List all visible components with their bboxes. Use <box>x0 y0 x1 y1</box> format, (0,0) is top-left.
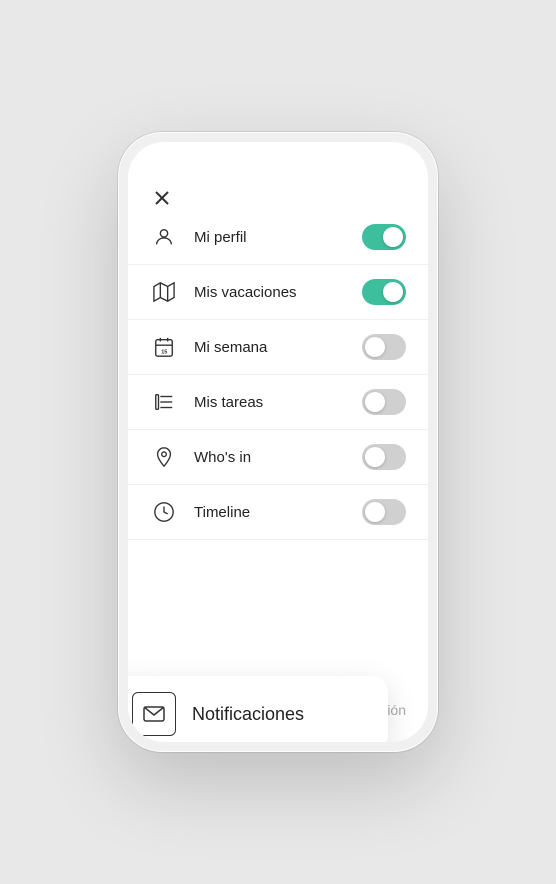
toggle-mis-tareas[interactable] <box>362 389 406 415</box>
toggle-mi-semana[interactable] <box>362 334 406 360</box>
menu-item-label-whos-in: Who's in <box>194 449 362 466</box>
notification-label: Notificaciones <box>192 704 304 725</box>
svg-text:15: 15 <box>161 349 167 355</box>
clock-icon <box>150 498 178 526</box>
calendar-icon: 15 <box>150 333 178 361</box>
menu-item-whos-in[interactable]: Who's in <box>128 430 428 485</box>
list-icon <box>150 388 178 416</box>
menu-item-timeline[interactable]: Timeline <box>128 485 428 540</box>
toggle-mi-perfil[interactable] <box>362 224 406 250</box>
mail-icon <box>142 702 166 726</box>
toggle-timeline[interactable] <box>362 499 406 525</box>
user-icon <box>150 223 178 251</box>
toggle-whos-in[interactable] <box>362 444 406 470</box>
notification-popup: Notificaciones <box>128 676 388 742</box>
menu-item-label-mi-semana: Mi semana <box>194 339 362 356</box>
toggle-mis-vacaciones[interactable] <box>362 279 406 305</box>
notification-icon-box <box>132 692 176 736</box>
close-icon <box>154 190 170 206</box>
menu-item-mis-vacaciones[interactable]: Mis vacaciones <box>128 265 428 320</box>
app-screen: Mi perfil Mis vacaciones 15 Mi semana Mis ta… <box>128 142 428 742</box>
menu-item-mi-semana[interactable]: 15 Mi semana <box>128 320 428 375</box>
menu-item-label-mis-tareas: Mis tareas <box>194 394 362 411</box>
menu-item-mis-tareas[interactable]: Mis tareas <box>128 375 428 430</box>
menu-item-label-timeline: Timeline <box>194 504 362 521</box>
phone-screen: Mi perfil Mis vacaciones 15 Mi semana Mis ta… <box>128 142 428 742</box>
map-icon <box>150 278 178 306</box>
phone-frame: Mi perfil Mis vacaciones 15 Mi semana Mis ta… <box>118 132 438 752</box>
menu-list: Mi perfil Mis vacaciones 15 Mi semana Mis ta… <box>128 210 428 690</box>
menu-item-mi-perfil[interactable]: Mi perfil <box>128 210 428 265</box>
menu-item-label-mi-perfil: Mi perfil <box>194 229 362 246</box>
menu-item-label-mis-vacaciones: Mis vacaciones <box>194 284 362 301</box>
location-icon <box>150 443 178 471</box>
close-button[interactable] <box>150 186 174 210</box>
